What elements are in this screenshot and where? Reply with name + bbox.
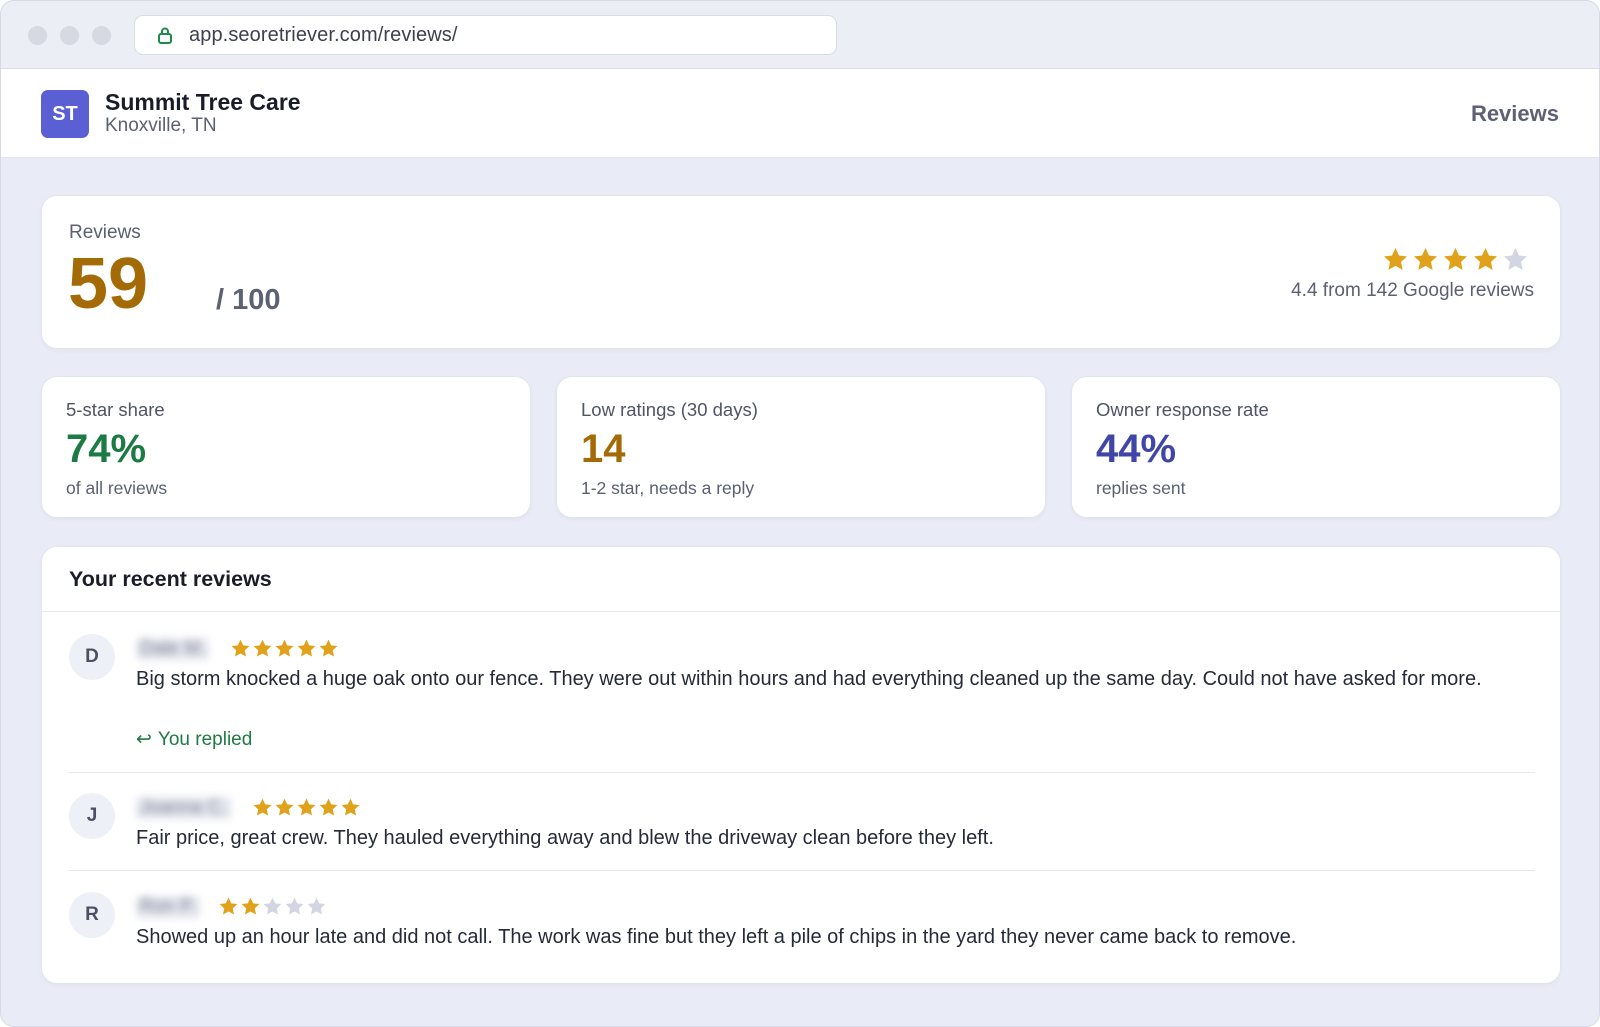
stat-value: 74% — [66, 427, 147, 471]
lock-icon — [155, 25, 175, 45]
stat-value: 14 — [581, 427, 626, 471]
recent-reviews-title: Your recent reviews — [69, 567, 272, 591]
business-logo: ST — [41, 90, 89, 138]
star-icon — [1504, 248, 1527, 270]
star-icon — [1444, 248, 1467, 270]
reviewer-avatar: J — [69, 793, 115, 839]
review-score-card: Reviews 59 / 100 4.4 from 142 Google rev… — [41, 195, 1561, 349]
star-icon — [241, 897, 260, 915]
review-text: Showed up an hour late and did not call.… — [136, 926, 1297, 948]
reviewer-avatar: D — [69, 634, 115, 680]
stat-card-five-star-share: 5-star share 74% of all reviews — [41, 376, 531, 518]
stat-card-owner-response-rate: Owner response rate 44% replies sent — [1071, 376, 1561, 518]
review-text: Fair price, great crew. They hauled ever… — [136, 827, 994, 849]
rating-summary: 4.4 from 142 Google reviews — [1291, 280, 1534, 301]
stat-subtext: 1-2 star, needs a reply — [581, 478, 755, 498]
review-stars — [230, 638, 340, 659]
star-icon — [1474, 248, 1497, 270]
app-header: ST Summit Tree Care Knoxville, TN Review… — [1, 69, 1599, 158]
divider — [69, 870, 1535, 871]
star-icon — [1384, 248, 1407, 270]
review-stars — [252, 797, 362, 818]
score-out-of: / 100 — [216, 284, 281, 316]
star-icon — [307, 897, 326, 915]
star-icon — [263, 897, 282, 915]
star-icon — [319, 798, 338, 816]
google-rating-stars — [1382, 246, 1532, 273]
window-zoom-button[interactable] — [92, 26, 111, 45]
window-minimize-button[interactable] — [60, 26, 79, 45]
review-stars — [218, 896, 328, 917]
browser-titlebar: app.seoretriever.com/reviews/ — [1, 1, 1599, 69]
star-icon — [253, 798, 272, 816]
browser-window: app.seoretriever.com/reviews/ ST Summit … — [0, 0, 1600, 1027]
star-icon — [319, 639, 338, 657]
business-location: Knoxville, TN — [105, 115, 217, 136]
review-text: Big storm knocked a huge oak onto our fe… — [136, 668, 1482, 690]
reviewer-name: Joanna C. — [136, 797, 231, 819]
recent-reviews-card: Your recent reviews D Dale M. Big storm … — [41, 546, 1561, 984]
star-icon — [253, 639, 272, 657]
star-icon — [297, 798, 316, 816]
reply-status[interactable]: ↩ You replied — [136, 728, 252, 751]
nav-reviews-link[interactable]: Reviews — [1471, 101, 1559, 127]
reply-arrow-icon: ↩ — [136, 729, 152, 750]
divider — [69, 772, 1535, 773]
stat-label: 5-star share — [66, 399, 165, 420]
reply-status-label: You replied — [157, 728, 253, 750]
stat-label: Low ratings (30 days) — [581, 399, 758, 420]
star-icon — [297, 639, 316, 657]
score-value: 59 — [68, 244, 149, 324]
star-icon — [219, 897, 238, 915]
stat-card-low-ratings: Low ratings (30 days) 14 1-2 star, needs… — [556, 376, 1046, 518]
stat-subtext: of all reviews — [66, 478, 168, 498]
star-icon — [1414, 248, 1437, 270]
stat-label: Owner response rate — [1096, 399, 1269, 420]
star-icon — [275, 798, 294, 816]
business-name: Summit Tree Care — [105, 89, 301, 115]
score-label: Reviews — [69, 222, 141, 243]
star-icon — [275, 639, 294, 657]
divider — [42, 611, 1560, 612]
address-bar[interactable]: app.seoretriever.com/reviews/ — [134, 15, 837, 55]
star-icon — [341, 798, 360, 816]
stat-value: 44% — [1096, 427, 1177, 471]
star-icon — [285, 897, 304, 915]
reviewer-name: Ron P. — [136, 896, 200, 918]
url-text: app.seoretriever.com/reviews/ — [189, 23, 458, 46]
window-close-button[interactable] — [28, 26, 47, 45]
stat-subtext: replies sent — [1096, 478, 1186, 498]
reviewer-avatar: R — [69, 892, 115, 938]
reviewer-name: Dale M. — [136, 638, 210, 660]
star-icon — [231, 639, 250, 657]
